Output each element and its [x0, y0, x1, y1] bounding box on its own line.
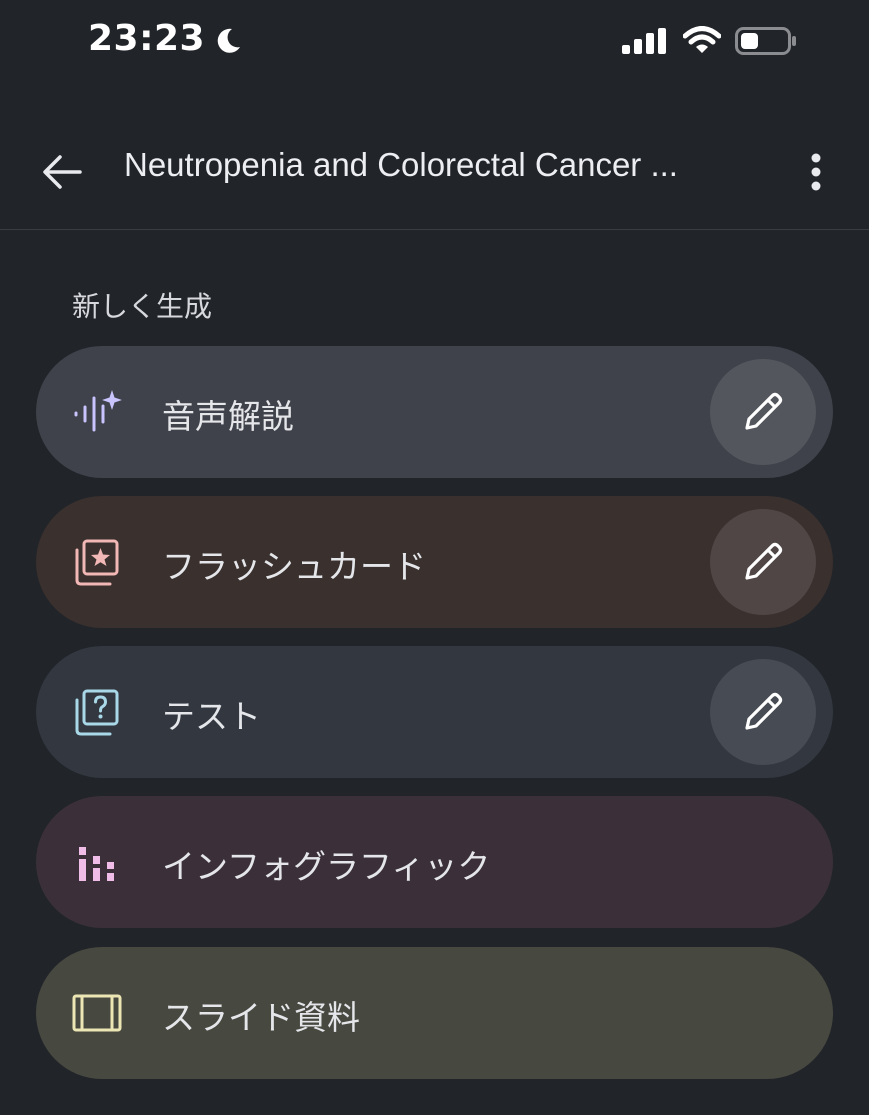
action-label: フラッシュカード: [162, 547, 426, 586]
action-label: 音声解説: [162, 397, 294, 436]
screen: 23:23 Neutropenia and Colorectal Cancer …: [0, 0, 869, 1115]
pencil-icon: [745, 392, 783, 430]
action-flashcards[interactable]: フラッシュカード: [36, 496, 833, 628]
pencil-icon: [745, 542, 783, 580]
edit-button[interactable]: [710, 359, 816, 465]
status-time: 23:23: [88, 18, 206, 59]
back-button[interactable]: [32, 142, 92, 202]
action-label: テスト: [162, 697, 261, 736]
action-slides[interactable]: スライド資料: [36, 947, 833, 1079]
action-label: インフォグラフィック: [162, 847, 491, 886]
action-quiz[interactable]: テスト: [36, 646, 833, 778]
signal-icon: [622, 28, 666, 54]
quiz-icon: [72, 688, 122, 738]
status-bar: 23:23: [0, 0, 869, 84]
audio-sparkle-icon: [72, 388, 122, 438]
arrow-left-icon: [43, 155, 82, 189]
action-label: スライド資料: [162, 998, 360, 1037]
header-divider: [0, 229, 869, 230]
edit-button[interactable]: [710, 659, 816, 765]
wifi-icon: [683, 26, 721, 53]
infographic-icon: [72, 838, 122, 888]
app-header: Neutropenia and Colorectal Cancer ...: [0, 110, 869, 230]
action-audio-overview[interactable]: 音声解説: [36, 346, 833, 478]
edit-button[interactable]: [710, 509, 816, 615]
more-vertical-icon: [811, 153, 821, 191]
page-title: Neutropenia and Colorectal Cancer ...: [124, 146, 678, 183]
moon-icon: [213, 24, 243, 54]
flashcards-icon: [72, 538, 122, 588]
more-options-button[interactable]: [790, 142, 842, 202]
battery-icon: [735, 27, 796, 55]
pencil-icon: [745, 692, 783, 730]
action-infographic[interactable]: インフォグラフィック: [36, 796, 833, 928]
section-label: 新しく生成: [72, 290, 213, 323]
status-clock: 23:23: [88, 18, 243, 59]
slides-icon: [72, 989, 122, 1039]
